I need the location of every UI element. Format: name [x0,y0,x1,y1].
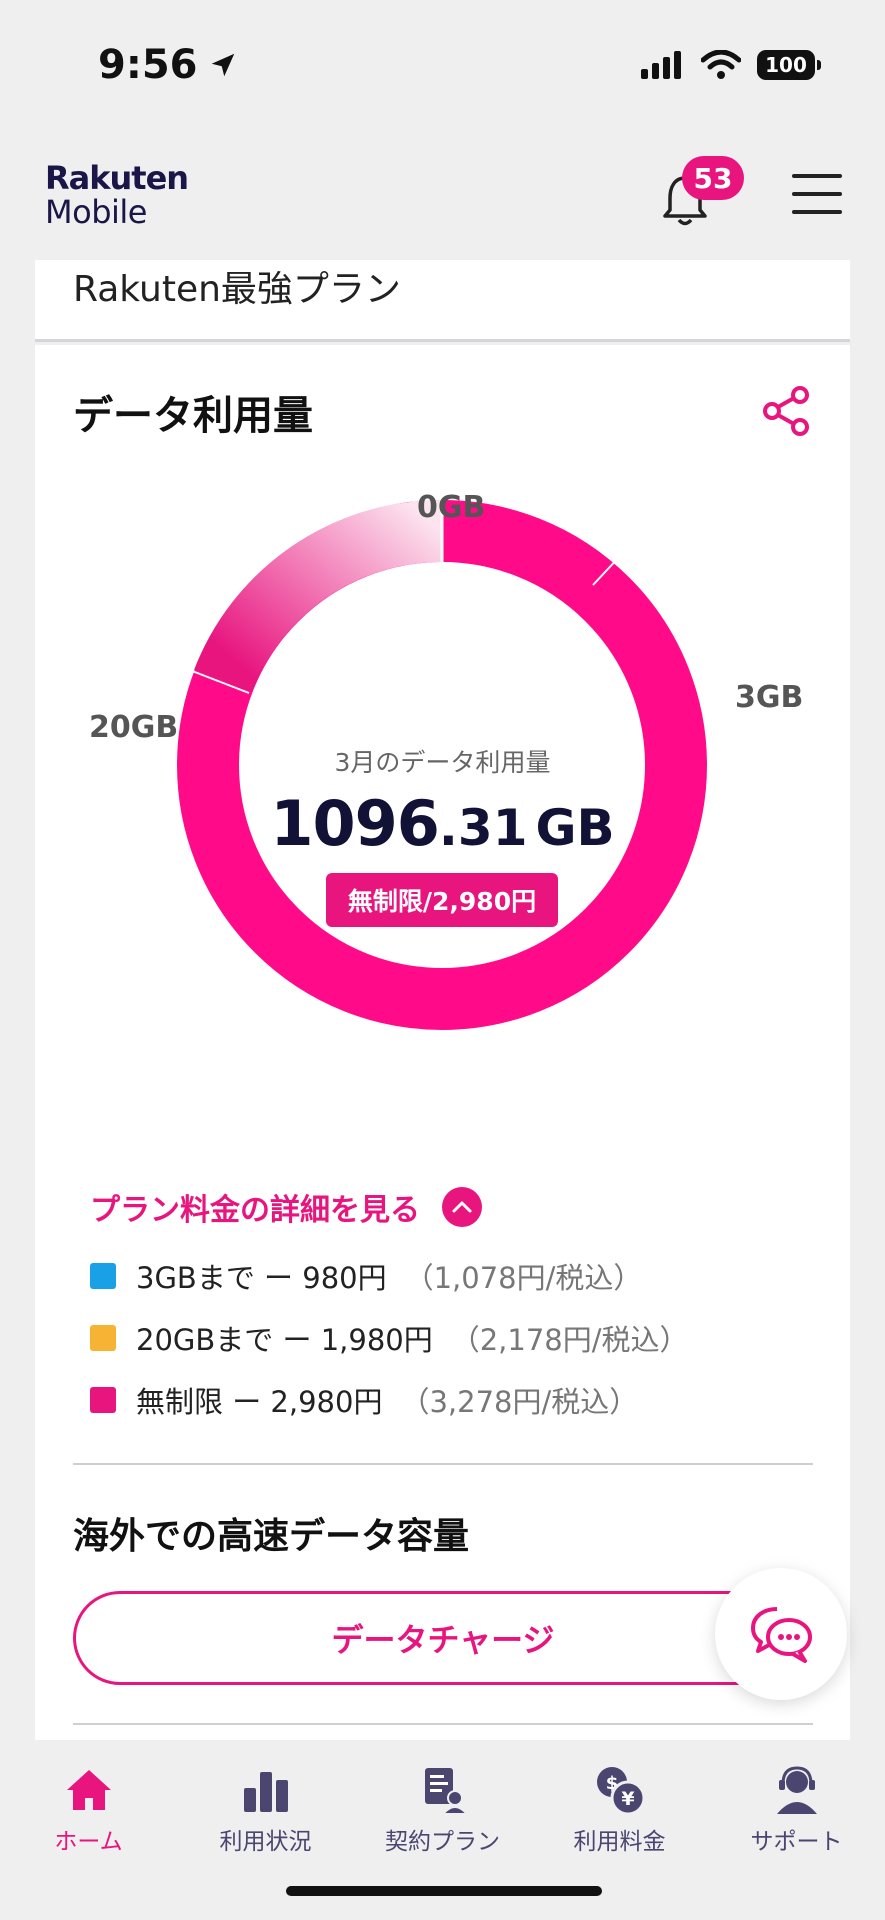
gauge-label-0gb: 0GB [417,490,486,525]
data-gauge: 0GB 3GB 20GB 3月のデータ利用量 1096.31 GB 無制限/2,9… [35,345,850,1105]
data-usage-card: データ利用量 0GB 3GB 20GB 3月のデータ利用量 1096.31 GB… [35,345,850,1740]
logo-line1: Rakuten [45,159,189,197]
section-divider-bottom [73,1723,813,1725]
currency-icon: $ ¥ [596,1767,645,1816]
price-tier-list: 3GBまで ー 980円 （1,078円/税込） 20GBまで ー 1,980円… [90,1245,689,1431]
plan-details-label: プラン料金の詳細を見る [90,1193,420,1228]
chat-bubbles-icon [751,1607,812,1663]
nav-label: 利用料金 [573,1829,666,1855]
tier-tax: （2,178円/税込） [450,1323,689,1357]
nav-label: ホーム [54,1829,123,1855]
signal-icon [641,51,681,79]
gauge-label-3gb: 3GB [735,680,804,715]
section-divider [73,1463,813,1465]
chat-button[interactable] [715,1568,847,1700]
battery-icon: 100 [757,50,821,80]
tier-label: 無制限 ー 2,980円 [136,1385,383,1419]
usage-caption: 3月のデータ利用量 [334,748,551,777]
overseas-data-title: 海外での高速データ容量 [73,1516,470,1557]
svg-text:¥: ¥ [621,1788,634,1810]
status-time: 9:56 [98,42,238,88]
battery-level: 100 [765,53,807,77]
chevron-up-icon[interactable] [442,1187,482,1227]
tier-tax: （3,278円/税込） [400,1385,639,1419]
plan-name: Rakuten最強プラン [73,269,401,310]
support-icon [776,1766,817,1814]
usage-value: 1096.31 GB [35,787,850,860]
nav-label: 利用状況 [219,1829,312,1855]
plan-details-toggle[interactable]: プラン料金の詳細を見る [90,1185,482,1229]
contract-icon [424,1768,469,1815]
tier-swatch-pink [90,1387,116,1413]
tier-label: 3GBまで ー 980円 [136,1261,387,1295]
tier-badge: 無制限/2,980円 [326,873,558,927]
rakuten-mobile-logo[interactable]: Rakuten Mobile [45,159,189,231]
gauge-label-20gb: 20GB [89,710,179,745]
tier-label: 20GBまで ー 1,980円 [136,1323,433,1357]
data-charge-button[interactable]: データチャージ [73,1591,813,1685]
plan-card: Rakuten最強プラン [35,260,850,342]
menu-icon[interactable] [792,174,842,218]
nav-home[interactable]: ホーム [0,1740,177,1920]
tier-swatch-blue [90,1263,116,1289]
logo-line2: Mobile [45,193,147,231]
tier-swatch-orange [90,1325,116,1351]
gauge-faded-segment [194,499,443,693]
home-indicator[interactable] [286,1886,602,1896]
status-icons: 100 [641,50,821,80]
usage-value-dec: .31 [438,799,528,857]
nav-label: 契約プラン [385,1829,500,1855]
price-tier-3gb: 3GBまで ー 980円 （1,078円/税込） [90,1245,689,1307]
app-header: Rakuten Mobile 53 [0,130,885,260]
nav-support[interactable]: サポート [708,1740,885,1920]
tier-tax: （1,078円/税込） [404,1261,643,1295]
notification-badge[interactable]: 53 [682,156,744,200]
location-arrow-icon [211,53,234,77]
home-icon [66,1770,111,1810]
price-tier-unlimited: 無制限 ー 2,980円 （3,278円/税込） [90,1369,689,1431]
bar-chart-icon [243,1772,288,1812]
nav-label: サポート [750,1829,843,1855]
status-bar: 9:56 100 [0,0,885,130]
usage-unit: GB [535,799,615,857]
price-tier-20gb: 20GBまで ー 1,980円 （2,178円/税込） [90,1307,689,1369]
wifi-icon [701,50,741,79]
usage-value-int: 1096 [270,787,440,860]
time-text: 9:56 [98,42,198,88]
